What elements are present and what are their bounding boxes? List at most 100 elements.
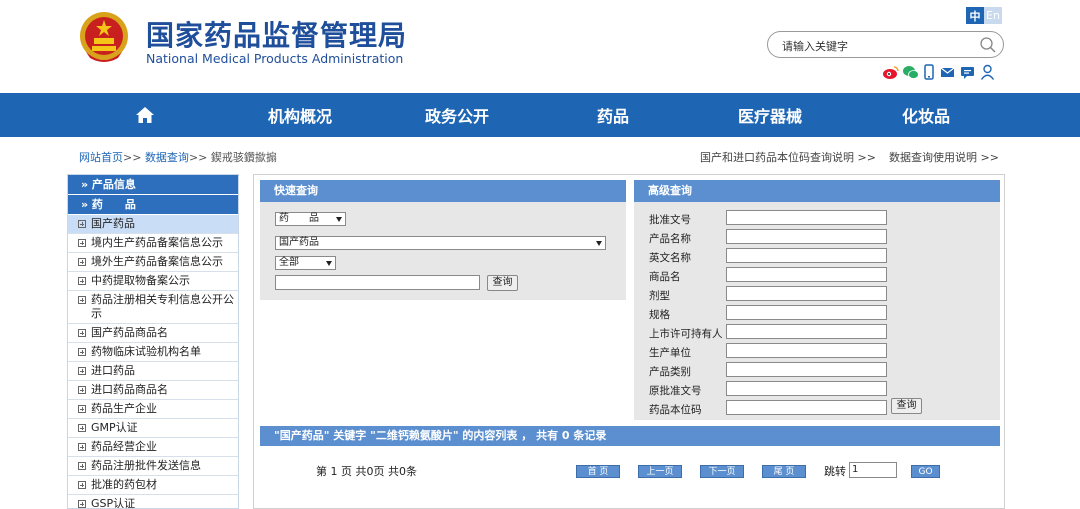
field-input[interactable]: [726, 305, 887, 320]
nav-item-drugs[interactable]: 药品: [597, 93, 629, 137]
sidebar-item[interactable]: 国产药品: [68, 215, 238, 234]
main-nav: 机构概况 政务公开 药品 医疗器械 化妆品: [0, 93, 1080, 137]
message-icon[interactable]: [959, 64, 976, 80]
sidebar-item[interactable]: 药品注册相关专利信息公开公示: [68, 291, 238, 324]
field-input[interactable]: [726, 267, 887, 282]
field-label: 上市许可持有人: [649, 328, 723, 340]
scope-select-value: 全部: [279, 257, 299, 268]
sidebar-item-label: 国产药品商品名: [91, 326, 168, 339]
field-label: 批准文号: [649, 214, 691, 226]
sidebar-item-label: 进口药品商品名: [91, 383, 168, 396]
sidebar-item-label: GMP认证: [91, 421, 138, 434]
expand-icon: [78, 367, 86, 375]
nav-home[interactable]: [135, 93, 155, 137]
field-input[interactable]: [726, 362, 887, 377]
field-label: 规格: [649, 309, 670, 321]
breadcrumb-data-query[interactable]: 数据查询: [145, 151, 189, 164]
prev-page-button[interactable]: 上一页: [638, 465, 682, 478]
field-input[interactable]: [726, 229, 887, 244]
dropdown-arrow-icon: [336, 217, 342, 222]
quick-keyword-input[interactable]: [275, 275, 480, 290]
sidebar-item[interactable]: 批准的药包材: [68, 476, 238, 495]
category-select-value: 药 品: [279, 213, 319, 224]
expand-icon: [78, 462, 86, 470]
lang-english[interactable]: En: [984, 7, 1002, 24]
expand-icon: [78, 424, 86, 432]
expand-icon: [78, 277, 86, 285]
mail-icon[interactable]: [939, 64, 956, 80]
go-button[interactable]: GO: [911, 465, 940, 478]
last-page-button[interactable]: 尾 页: [762, 465, 806, 478]
next-page-button[interactable]: 下一页: [700, 465, 744, 478]
mobile-icon[interactable]: [922, 64, 936, 80]
weibo-icon[interactable]: [882, 64, 899, 80]
field-input[interactable]: [726, 400, 887, 415]
scope-select[interactable]: 全部: [275, 256, 336, 270]
field-label: 产品名称: [649, 233, 691, 245]
code-query-instructions-link[interactable]: 国产和进口药品本位码查询说明 >>: [700, 149, 876, 165]
sidebar-item-label: 药品生产企业: [91, 402, 157, 415]
expand-icon: [78, 239, 86, 247]
sidebar-list: 国产药品 境内生产药品备案信息公示 境外生产药品备案信息公示 中药提取物备案公示 药品注…: [68, 215, 238, 509]
database-select[interactable]: 国产药品: [275, 236, 606, 250]
sidebar-item[interactable]: GSP认证: [68, 495, 238, 509]
jump-label: 跳转: [824, 465, 846, 478]
field-label: 商品名: [649, 271, 681, 283]
advanced-search-button[interactable]: 查询: [891, 398, 922, 414]
jump-page-input[interactable]: 1: [849, 462, 897, 478]
sidebar-item-label: 药品注册相关专利信息公开公示: [91, 293, 234, 320]
sidebar-item-label: 药物临床试验机构名单: [91, 345, 201, 358]
field-label: 原批准文号: [649, 385, 702, 397]
category-select[interactable]: 药 品: [275, 212, 346, 226]
search-input[interactable]: 请输入关键字: [782, 38, 848, 54]
sidebar: » 产品信息 » 药 品 国产药品 境内生产药品备案信息公示 境外生产药品备案信息公…: [67, 174, 239, 509]
nav-item-government-affairs[interactable]: 政务公开: [425, 93, 489, 137]
sidebar-item[interactable]: 境内生产药品备案信息公示: [68, 234, 238, 253]
sidebar-item[interactable]: 中药提取物备案公示: [68, 272, 238, 291]
sidebar-item[interactable]: 国产药品商品名: [68, 324, 238, 343]
sidebar-item-label: GSP认证: [91, 497, 136, 509]
quick-search-button[interactable]: 查询: [487, 275, 518, 291]
dropdown-arrow-icon: [326, 261, 332, 266]
sidebar-item[interactable]: 药品经营企业: [68, 438, 238, 457]
field-input[interactable]: [726, 248, 887, 263]
social-links: [882, 64, 996, 80]
sidebar-item[interactable]: GMP认证: [68, 419, 238, 438]
field-input[interactable]: [726, 343, 887, 358]
sidebar-item-label: 进口药品: [91, 364, 135, 377]
expand-icon: [78, 500, 86, 508]
sidebar-item[interactable]: 进口药品商品名: [68, 381, 238, 400]
nav-item-institution[interactable]: 机构概况: [268, 93, 332, 137]
field-input[interactable]: [726, 324, 887, 339]
main-content: 快速查询 药 品 国产药品 全部 查询 高级查询 批准文号 产品名称 英文名称 商品名…: [253, 174, 1005, 509]
search-icon[interactable]: [979, 36, 997, 54]
sidebar-item[interactable]: 境外生产药品备案信息公示: [68, 253, 238, 272]
expand-icon: [78, 443, 86, 451]
sidebar-item[interactable]: 药物临床试验机构名单: [68, 343, 238, 362]
expand-icon: [78, 220, 86, 228]
sidebar-head-drugs[interactable]: » 药 品: [68, 195, 238, 215]
database-select-value: 国产药品: [279, 237, 319, 248]
field-input[interactable]: [726, 210, 887, 225]
data-query-instructions-link[interactable]: 数据查询使用说明 >>: [889, 149, 999, 165]
national-emblem-icon: [80, 12, 128, 62]
sidebar-item[interactable]: 药品生产企业: [68, 400, 238, 419]
breadcrumb-home[interactable]: 网站首页: [79, 151, 123, 164]
field-input[interactable]: [726, 381, 887, 396]
result-header: "国产药品" 关键字 "二维钙赖氨酸片" 的内容列表 ， 共有 0 条记录: [260, 426, 1000, 446]
sidebar-item[interactable]: 进口药品: [68, 362, 238, 381]
nav-item-cosmetics[interactable]: 化妆品: [902, 93, 950, 137]
lang-chinese[interactable]: 中: [966, 7, 984, 24]
sidebar-head-product-info[interactable]: » 产品信息: [68, 175, 238, 195]
search-box[interactable]: 请输入关键字: [767, 31, 1004, 58]
nav-item-medical-devices[interactable]: 医疗器械: [738, 93, 802, 137]
field-input[interactable]: [726, 286, 887, 301]
expand-icon: [78, 296, 86, 304]
user-icon[interactable]: [979, 64, 996, 80]
sidebar-item[interactable]: 药品注册批件发送信息: [68, 457, 238, 476]
wechat-icon[interactable]: [902, 64, 919, 80]
breadcrumb-current: 鍥戒骇鑽撳搧: [210, 151, 277, 164]
home-icon: [136, 107, 154, 123]
first-page-button[interactable]: 首 页: [576, 465, 620, 478]
expand-icon: [78, 386, 86, 394]
